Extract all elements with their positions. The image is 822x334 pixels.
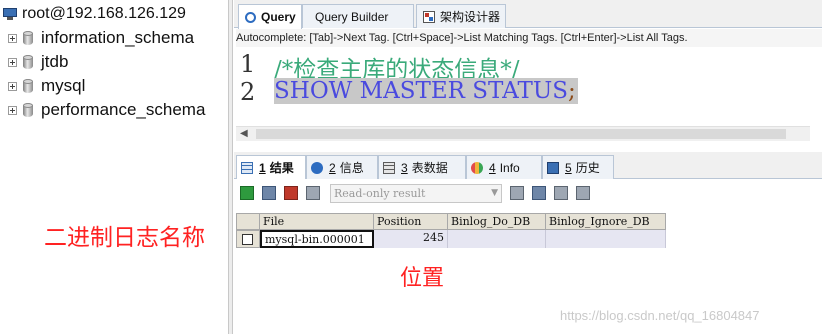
tab-number: 2: [329, 160, 336, 175]
column-header-binlog-do-db[interactable]: Binlog_Do_DB: [448, 213, 546, 230]
settings-icon[interactable]: [576, 186, 590, 200]
tab-results[interactable]: 1 结果: [236, 155, 306, 179]
info-icon: [311, 161, 323, 174]
sql-statement-line: SHOW MASTER STATUS;: [274, 78, 578, 104]
query-tab-bar: Query Query Builder 架构设计器: [234, 0, 822, 230]
expand-icon[interactable]: [8, 105, 17, 115]
expand-icon[interactable]: [8, 81, 17, 91]
cell-binlog-ignore-db[interactable]: [546, 230, 666, 248]
column-header-binlog-ignore-db[interactable]: Binlog_Ignore_DB: [546, 213, 666, 230]
tree-item-database[interactable]: performance_schema: [8, 98, 205, 122]
results-icon: [241, 161, 253, 174]
tab-label: Query Builder: [315, 9, 389, 24]
tab-query[interactable]: Query: [238, 4, 302, 29]
line-number: 2: [240, 78, 256, 106]
pane-splitter[interactable]: [228, 0, 233, 334]
tree-item-database[interactable]: jtdb: [8, 50, 68, 74]
cell-binlog-do-db[interactable]: [448, 230, 546, 248]
tab-label: 结果: [269, 161, 294, 175]
search-icon: [245, 11, 256, 23]
sql-keywords: SHOW MASTER STATUS: [274, 78, 568, 104]
tab-number: 1: [259, 160, 266, 175]
duplicate-row-icon[interactable]: [262, 186, 276, 200]
row-checkbox[interactable]: [242, 234, 253, 245]
tab-number: 3: [401, 160, 408, 175]
history-icon: [547, 161, 559, 174]
tab-query-builder[interactable]: Query Builder: [302, 4, 551, 230]
autocomplete-hint: Autocomplete: [Tab]->Next Tag. [Ctrl+Spa…: [236, 29, 822, 47]
server-icon: [3, 8, 17, 20]
editor-horizontal-scrollbar[interactable]: ◀: [236, 126, 810, 141]
tab-label: 信息: [339, 161, 364, 175]
tab-messages[interactable]: 2 信息: [306, 155, 378, 179]
database-icon: [23, 79, 33, 93]
line-number: 1: [240, 50, 256, 78]
database-icon: [23, 55, 33, 69]
result-toolbar: Read-only result ▼: [236, 181, 820, 207]
tab-label: 架构设计器: [440, 10, 501, 24]
grid-corner: [236, 213, 260, 230]
info-chart-icon: [471, 161, 483, 174]
result-tab-bar: 1 结果 2 信息 3 表数据 4 Info 5 历史: [234, 152, 822, 179]
tree-root-connection[interactable]: root@192.168.126.129: [0, 2, 186, 26]
filter-icon[interactable]: [554, 186, 568, 200]
database-label: jtdb: [41, 52, 69, 71]
chevron-down-icon: ▼: [491, 188, 498, 198]
database-label: mysql: [41, 76, 86, 95]
tree-item-database[interactable]: information_schema: [8, 26, 194, 50]
database-label: performance_schema: [41, 100, 206, 119]
schema-designer-icon: [423, 10, 435, 23]
connection-label: root@192.168.126.129: [22, 5, 186, 22]
tab-label: Info: [499, 160, 520, 175]
cell-position[interactable]: 245: [374, 230, 448, 248]
annotation-position: 位置: [400, 266, 445, 291]
annotation-binlog-name: 二进制日志名称: [44, 225, 205, 251]
tab-label: 历史: [575, 161, 600, 175]
object-browser-tree: root@192.168.126.129 information_schema …: [0, 0, 228, 334]
column-header-position[interactable]: Position: [374, 213, 448, 230]
expand-icon[interactable]: [8, 57, 17, 67]
result-mode-value: Read-only result: [334, 187, 426, 200]
tab-history[interactable]: 5 历史: [542, 155, 614, 179]
tab-label: Query: [261, 10, 296, 24]
result-mode-select[interactable]: Read-only result ▼: [330, 184, 502, 203]
cell-file[interactable]: mysql-bin.000001: [260, 230, 374, 248]
database-icon: [23, 103, 33, 117]
tab-schema-designer[interactable]: 架构设计器: [416, 4, 506, 28]
watermark: https://blog.csdn.net/qq_16804847: [560, 308, 760, 323]
column-header-file[interactable]: File: [260, 213, 374, 230]
scroll-left-icon[interactable]: ◀: [240, 128, 248, 139]
delete-row-icon[interactable]: [284, 186, 298, 200]
database-label: information_schema: [41, 28, 195, 47]
export-icon[interactable]: [510, 186, 524, 200]
add-row-icon[interactable]: [240, 186, 254, 200]
save-icon[interactable]: [532, 186, 546, 200]
tab-label: 表数据: [411, 161, 448, 175]
database-icon: [23, 31, 33, 45]
scrollbar-thumb[interactable]: [256, 129, 786, 139]
tab-table-data[interactable]: 3 表数据: [378, 155, 466, 179]
expand-icon[interactable]: [8, 33, 17, 43]
tree-item-database[interactable]: mysql: [8, 74, 85, 98]
sql-semicolon: ;: [567, 78, 576, 104]
tab-info[interactable]: 4 Info: [466, 155, 542, 179]
refresh-icon[interactable]: [306, 186, 320, 200]
tab-number: 4: [489, 160, 496, 175]
table-data-icon: [383, 161, 395, 174]
tab-number: 5: [565, 160, 572, 175]
